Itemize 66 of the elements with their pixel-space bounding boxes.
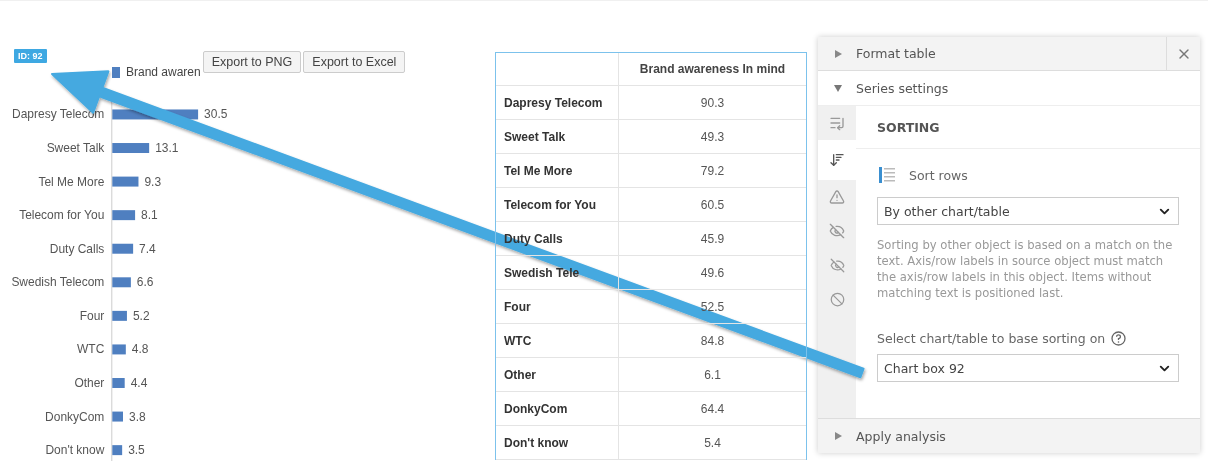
bar: [112, 411, 123, 422]
bar: [112, 176, 139, 187]
category-label: Duty Calls: [49, 241, 105, 256]
bar: [112, 310, 127, 321]
eye-off-icon: [829, 257, 845, 273]
description-text: Sorting by other object is based on a match on the text. Axis/row labels in source object must match the axis/row labels in this object. Items without matching text is positioned last.: [877, 237, 1174, 301]
export-button[interactable]: Export to Excel: [303, 51, 406, 73]
eye-off-icon: [829, 223, 845, 239]
value-label: 5.2: [132, 308, 150, 323]
category-label: DonkyCom: [45, 409, 105, 424]
section-heading: SORTING: [856, 106, 1200, 149]
warning-icon: [829, 189, 845, 205]
caret-right-icon: [834, 49, 842, 58]
row-label: Don't know: [496, 425, 619, 460]
value-label: 3.8: [129, 409, 146, 424]
select-field[interactable]: Chart box 92: [877, 354, 1179, 382]
bar: [112, 377, 125, 388]
row-label: Sweet Talk: [496, 119, 619, 154]
category-label: Other: [74, 375, 105, 390]
value-label: 6.6: [136, 275, 154, 290]
bar: [112, 277, 131, 288]
column-header: Brand awareness In mind: [618, 53, 806, 86]
value-label: 9.3: [144, 174, 162, 189]
category-label: Dapresy Telecom: [12, 107, 105, 122]
row-label: WTC: [496, 323, 619, 358]
value-label: 30.5: [204, 107, 228, 122]
export-button[interactable]: Export to PNG: [202, 51, 302, 73]
value-label: 7.4: [139, 241, 156, 256]
sort-label: Sort rows: [909, 167, 968, 183]
row-label: Dapresy Telecom: [496, 85, 619, 120]
category-label: Tel Me More: [38, 174, 105, 189]
bar: [112, 210, 136, 221]
value-label: 4.8: [131, 342, 149, 357]
value-label: 8.1: [141, 208, 158, 223]
list-icon: [829, 115, 845, 131]
ban-icon: [829, 291, 845, 307]
row-label: Four: [496, 289, 619, 324]
id-badge: ID: 92: [14, 49, 47, 63]
value-label: 3.5: [128, 443, 145, 457]
row-label: Other: [496, 357, 619, 392]
caret-right-icon: [834, 432, 842, 440]
value-label: 4.4: [130, 375, 148, 390]
bar: [112, 445, 123, 455]
category-label: Telecom for You: [19, 208, 105, 223]
row-label: Tel Me More: [496, 153, 619, 188]
section-header[interactable]: Apply analysis: [818, 419, 1200, 453]
field-label: Select chart/table to base sorting on: [877, 331, 1106, 346]
row-label: Telecom for You: [496, 187, 619, 222]
category-label: WTC: [77, 342, 105, 357]
bar: [112, 243, 134, 254]
help-icon[interactable]: [1111, 331, 1127, 346]
caret-down-icon: [834, 84, 842, 92]
section-header[interactable]: Series settings: [818, 71, 1200, 105]
category-label: Sweet Talk: [46, 140, 105, 155]
value-label: 13.1: [155, 140, 179, 155]
legend-label: Brand awaren: [126, 65, 201, 79]
sort-icon: [829, 152, 845, 168]
select-field[interactable]: By other chart/table: [877, 197, 1179, 225]
category-label: Don't know: [45, 443, 105, 457]
list-icon: [879, 167, 895, 183]
side-tab[interactable]: [818, 140, 856, 180]
bar: [112, 344, 126, 355]
row-label: DonkyCom: [496, 391, 619, 426]
category-label: Swedish Telecom: [11, 275, 105, 290]
bar: [112, 142, 150, 153]
category-label: Four: [79, 308, 105, 323]
